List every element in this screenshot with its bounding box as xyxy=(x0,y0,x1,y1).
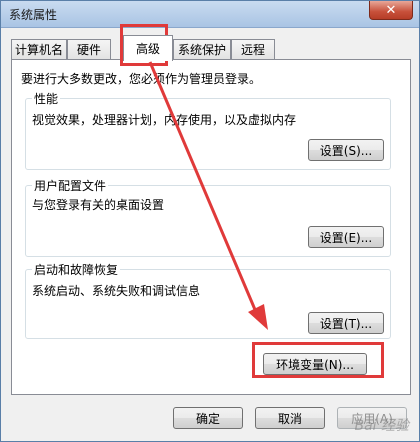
system-properties-window: 系统属性 ✕ 计算机名 硬件 高级 系统保护 远程 要进行大多数更改，您必须作为… xyxy=(0,0,420,442)
tab-hardware[interactable]: 硬件 xyxy=(67,39,111,59)
performance-label: 性能 xyxy=(32,90,61,107)
user-profiles-description: 与您登录有关的桌面设置 xyxy=(32,198,165,212)
startup-recovery-settings-button[interactable]: 设置(T)... xyxy=(308,312,384,334)
cancel-button[interactable]: 取消 xyxy=(255,407,325,429)
window-title: 系统属性 xyxy=(9,8,58,22)
tab-advanced[interactable]: 高级 xyxy=(123,35,173,61)
environment-variables-button[interactable]: 环境变量(N)... xyxy=(263,353,367,375)
startup-recovery-group: 启动和故障恢复 系统启动、系统失败和调试信息 设置(T)... xyxy=(25,261,391,339)
tab-system-protection[interactable]: 系统保护 xyxy=(173,39,231,59)
user-profiles-group: 用户配置文件 与您登录有关的桌面设置 设置(E)... xyxy=(25,177,391,257)
close-button[interactable]: ✕ xyxy=(369,1,413,20)
admin-notice: 要进行大多数更改，您必须作为管理员登录。 xyxy=(21,72,262,86)
user-profiles-settings-button[interactable]: 设置(E)... xyxy=(308,226,384,248)
performance-settings-button[interactable]: 设置(S)... xyxy=(308,139,384,161)
startup-recovery-description: 系统启动、系统失败和调试信息 xyxy=(32,284,201,298)
performance-group: 性能 视觉效果，处理器计划，内存使用，以及虚拟内存 设置(S)... xyxy=(25,90,391,170)
startup-recovery-label: 启动和故障恢复 xyxy=(32,261,121,278)
ok-button[interactable]: 确定 xyxy=(173,407,243,429)
title-bar[interactable]: 系统属性 ✕ xyxy=(1,1,419,28)
user-profiles-label: 用户配置文件 xyxy=(32,177,109,194)
watermark: Bai 经验 xyxy=(354,418,409,434)
performance-description: 视觉效果，处理器计划，内存使用，以及虚拟内存 xyxy=(32,113,297,127)
close-icon: ✕ xyxy=(385,2,397,18)
tab-computer-name[interactable]: 计算机名 xyxy=(11,39,67,59)
tab-remote[interactable]: 远程 xyxy=(231,39,275,59)
